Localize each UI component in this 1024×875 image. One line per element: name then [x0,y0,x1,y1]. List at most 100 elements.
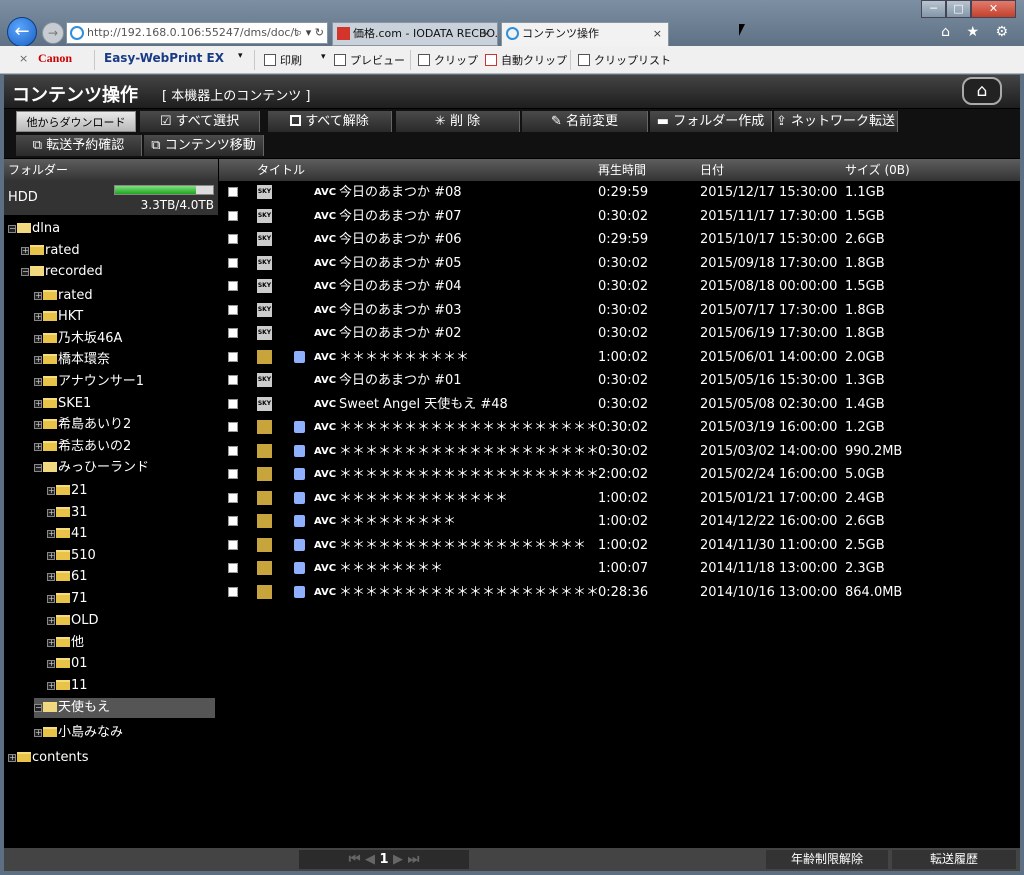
tree-node[interactable]: − みっひーランド [34,458,149,478]
table-row[interactable]: AVC ＊＊＊＊＊＊＊＊＊＊＊＊＊＊＊＊＊＊＊ 1:00:02 2014/11/30 … [219,534,1020,557]
tree-node[interactable]: − 天使もえ [34,698,215,718]
back-button[interactable]: ← [7,17,37,47]
row-checkbox[interactable] [228,234,238,244]
table-row[interactable]: SKY AVC 今日のあまつか #01 0:30:02 2015/05/16 15:30… [219,369,1020,392]
row-checkbox[interactable] [228,539,238,550]
clip-button[interactable]: クリップ [418,52,478,68]
move-content-button[interactable]: ⧉ コンテンツ移動 [144,135,264,156]
table-row[interactable]: AVC ＊＊＊＊＊＊＊＊＊＊ 1:00:02 2015/06/01 14:00:00 2… [219,346,1020,369]
create-folder-button[interactable]: ▬ フォルダー作成 [650,111,772,132]
row-checkbox[interactable] [228,398,238,409]
deselect-all-button[interactable]: すべて解除 [268,111,392,132]
expand-icon[interactable]: + [21,247,29,255]
tree-node[interactable]: +21 [47,481,88,501]
table-row[interactable]: SKY AVC 今日のあまつか #02 0:30:02 2015/06/19 17:30… [219,322,1020,345]
expand-icon[interactable]: + [47,530,55,538]
preview-button[interactable]: プレビュー [334,52,405,68]
tree-node[interactable]: − dlna [8,219,60,239]
expand-icon[interactable]: + [34,313,42,321]
expand-icon[interactable]: + [34,400,42,408]
tree-node[interactable]: + 小島みなみ [34,723,123,743]
home-favorites-settings-icons[interactable]: ⌂ ★ ⚙ [941,24,1014,40]
print-button[interactable]: 印刷 [264,52,302,68]
table-row[interactable]: AVC ＊＊＊＊＊＊＊＊＊＊＊＊＊＊＊＊＊＊＊＊ 2:00:02 2015/02/24… [219,463,1020,486]
easy-webprint-menu[interactable]: Easy-WebPrint EX [104,51,224,65]
row-checkbox[interactable] [228,281,238,291]
tree-node[interactable]: +11 [47,676,88,696]
delete-button[interactable]: ✳ 削 除 [396,111,520,132]
close-window-button[interactable]: ✕ [971,0,1016,18]
expand-icon[interactable]: + [47,595,55,603]
tab-content-ops[interactable]: コンテンツ操作 × [501,22,669,46]
tree-node[interactable]: +01 [47,654,88,674]
tab-close-icon[interactable]: × [653,23,662,45]
expand-icon[interactable]: + [47,552,55,560]
tree-node[interactable]: + OLD [47,611,99,631]
row-checkbox[interactable] [228,563,238,573]
expand-icon[interactable]: + [34,729,42,737]
expand-icon[interactable]: + [47,509,55,517]
clip-list-button[interactable]: クリップリスト [578,52,671,68]
row-checkbox[interactable] [228,516,238,526]
table-row[interactable]: AVC ＊＊＊＊＊＊＊＊＊＊＊＊＊ 1:00:02 2015/01/21 17:00:… [219,487,1020,510]
row-checkbox[interactable] [228,375,238,385]
page-number[interactable]: 1 [379,852,388,867]
tree-node[interactable]: + 希志あいの2 [34,437,131,457]
expand-icon[interactable]: + [47,639,55,647]
row-checkbox[interactable] [228,422,238,432]
expand-icon[interactable]: + [34,292,42,300]
close-bar-button[interactable]: × [19,52,28,65]
row-checkbox[interactable] [228,328,238,338]
table-row[interactable]: SKY AVC 今日のあまつか #06 0:29:59 2015/10/17 15:30… [219,228,1020,251]
tree-node[interactable]: + 他 [47,633,84,653]
table-row[interactable]: SKY AVC 今日のあまつか #07 0:30:02 2015/11/17 17:30… [219,205,1020,228]
tree-node[interactable]: + SKE1 [34,394,91,414]
row-checkbox[interactable] [228,257,238,268]
tree-node[interactable]: + rated [34,286,93,306]
table-row[interactable]: SKY AVC 今日のあまつか #04 0:30:02 2015/08/18 00:00… [219,275,1020,298]
tree-node[interactable]: + contents [8,748,89,768]
column-size[interactable]: サイズ (0B) [845,159,910,181]
row-checkbox[interactable] [228,492,238,503]
last-page-icon[interactable]: ▶ ⏭ [393,852,419,867]
row-checkbox[interactable] [228,187,238,197]
tree-node[interactable]: + 希島あいり2 [34,415,131,435]
tree-node[interactable]: +31 [47,503,88,523]
minimize-button[interactable]: ─ [921,0,946,18]
tree-node[interactable]: + rated [21,241,80,261]
table-row[interactable]: AVC ＊＊＊＊＊＊＊＊＊ 1:00:02 2014/12/22 16:00:00 2.… [219,510,1020,533]
table-row[interactable]: AVC ＊＊＊＊＊＊＊＊ 1:00:07 2014/11/18 13:00:00 2.3… [219,557,1020,580]
table-row[interactable]: SKY AVC 今日のあまつか #03 0:30:02 2015/07/17 17:30… [219,299,1020,322]
table-row[interactable]: SKY AVC Sweet Angel 天使もえ #48 0:30:02 2015/05… [219,393,1020,416]
auto-clip-button[interactable]: 自動クリップ [485,52,567,68]
row-checkbox[interactable] [228,445,238,456]
collapse-icon[interactable]: − [8,225,16,233]
expand-icon[interactable]: + [47,617,55,625]
row-checkbox[interactable] [228,304,238,315]
hdd-panel[interactable]: HDD 3.3TB/4.0TB [4,181,218,215]
row-checkbox[interactable] [228,351,238,362]
row-checkbox[interactable] [228,469,238,479]
chevron-down-icon[interactable]: ▾ [321,52,326,62]
rename-button[interactable]: ✎ 名前変更 [522,111,648,132]
expand-icon[interactable]: + [34,443,42,451]
expand-icon[interactable]: + [8,754,16,762]
home-button[interactable]: ⌂ [962,77,1002,105]
row-checkbox[interactable] [228,586,238,597]
download-from-other-button[interactable]: 他からダウンロード [16,111,136,132]
collapse-icon[interactable]: − [34,704,42,712]
tree-node[interactable]: + HKT [34,307,83,327]
table-row[interactable]: AVC ＊＊＊＊＊＊＊＊＊＊＊＊＊＊＊＊＊＊＊＊ 0:30:02 2015/03/19… [219,416,1020,439]
age-restriction-unlock-button[interactable]: 年齢制限解除 [766,850,888,869]
first-page-icon[interactable]: ⏮ ◀ [349,852,380,867]
expand-icon[interactable]: + [47,573,55,581]
tab-kakaku[interactable]: 価格.com - IODATA RECBO... × [332,22,498,46]
table-row[interactable]: SKY AVC 今日のあまつか #08 0:29:59 2015/12/17 15:30… [219,181,1020,204]
address-bar[interactable]: http://192.168.0.106:55247/dms/doc/t ⌕ ▾… [66,22,328,44]
expand-icon[interactable]: + [34,421,42,429]
maximize-button[interactable]: □ [946,0,971,18]
select-all-button[interactable]: ☑ すべて選択 [140,111,260,132]
expand-icon[interactable]: + [34,335,42,343]
tree-node[interactable]: +510 [47,546,96,566]
chevron-down-icon[interactable]: ▾ [238,51,243,61]
